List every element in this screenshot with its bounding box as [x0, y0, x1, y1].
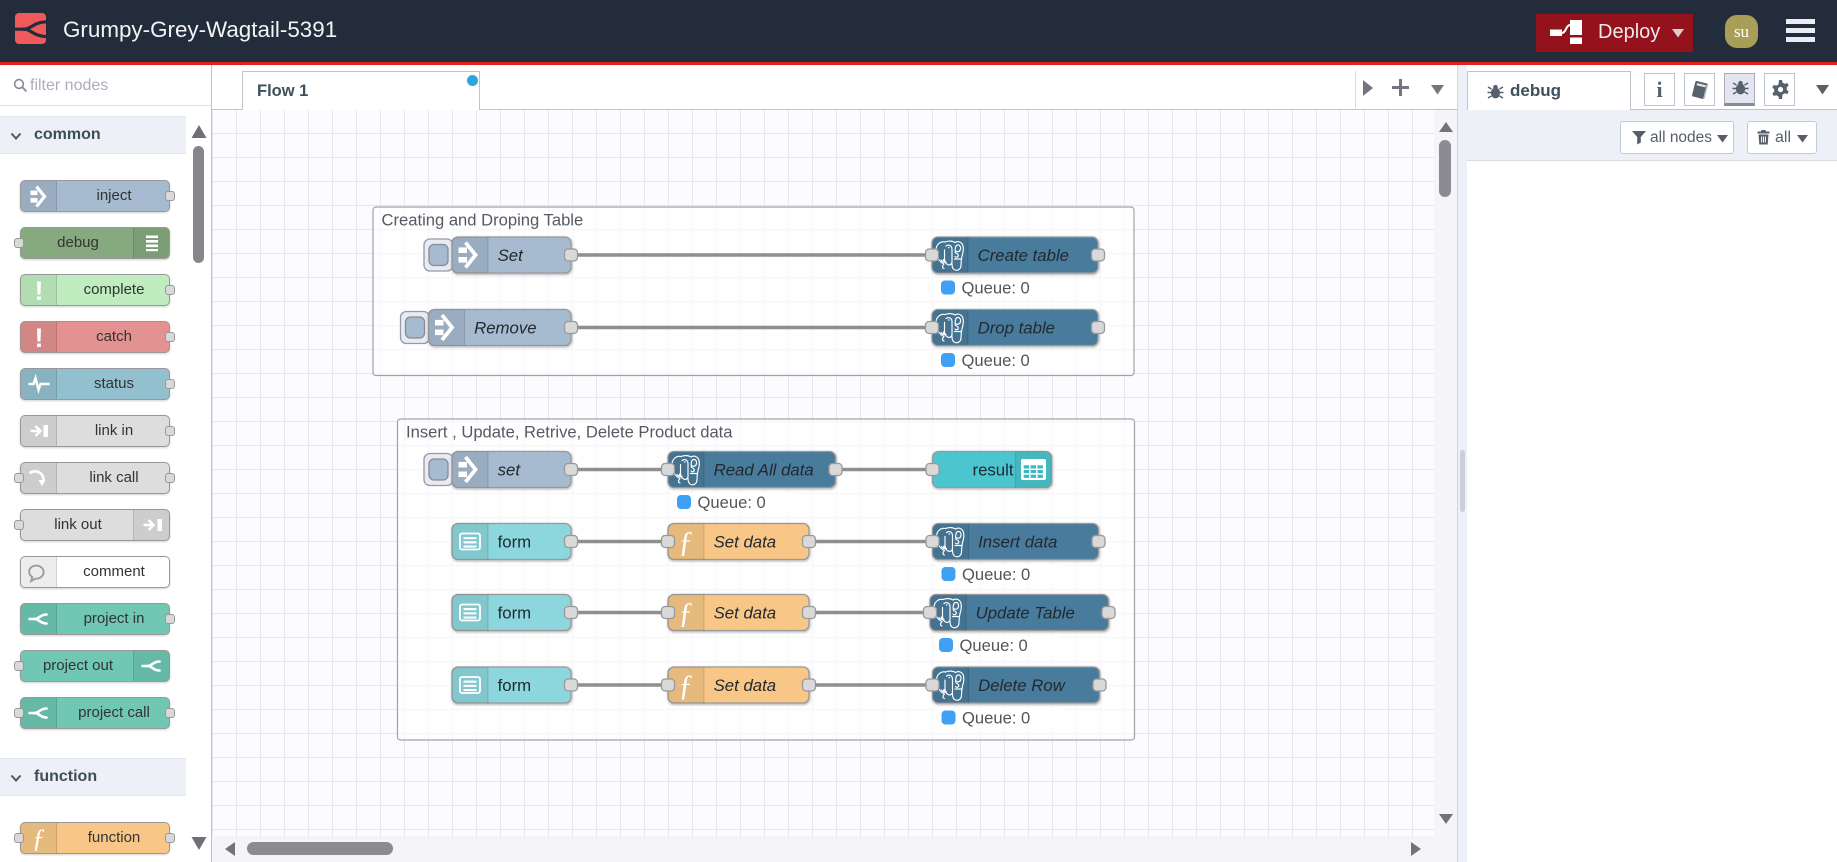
svg-text:Queue: 0: Queue: 0 [962, 351, 1030, 370]
svg-text:Queue: 0: Queue: 0 [962, 565, 1030, 584]
svg-text:form: form [498, 604, 532, 623]
svg-text:ƒ: ƒ [679, 669, 694, 702]
svg-text:Queue: 0: Queue: 0 [960, 636, 1028, 655]
svg-text:!: ! [35, 323, 44, 352]
svg-text:Set: Set [498, 246, 525, 265]
svg-text:Set data: Set data [714, 604, 777, 623]
svg-text:Read All data: Read All data [714, 461, 814, 480]
svg-text:Remove: Remove [474, 319, 536, 338]
svg-text:Queue: 0: Queue: 0 [962, 279, 1030, 298]
svg-text:ƒ: ƒ [32, 824, 45, 853]
svg-text:!: ! [35, 276, 44, 305]
svg-text:Queue: 0: Queue: 0 [962, 709, 1030, 728]
svg-text:Insert data: Insert data [978, 533, 1057, 552]
svg-text:Queue: 0: Queue: 0 [698, 493, 766, 512]
svg-text:ƒ: ƒ [679, 526, 694, 559]
svg-text:Drop table: Drop table [978, 319, 1055, 338]
svg-text:Set data: Set data [714, 676, 777, 695]
svg-text:ƒ: ƒ [679, 597, 694, 630]
svg-text:form: form [498, 533, 532, 552]
svg-text:Create table: Create table [978, 246, 1069, 265]
svg-text:result: result [973, 461, 1014, 480]
svg-text:form: form [498, 676, 532, 695]
svg-text:set: set [498, 461, 522, 480]
svg-text:Insert , Update, Retrive, Dele: Insert , Update, Retrive, Delete Product… [406, 423, 733, 442]
svg-text:Update Table: Update Table [976, 604, 1075, 623]
svg-text:Creating and Droping Table: Creating and Droping Table [382, 211, 584, 230]
svg-text:Set data: Set data [714, 533, 777, 552]
svg-text:Delete Row: Delete Row [978, 676, 1067, 695]
